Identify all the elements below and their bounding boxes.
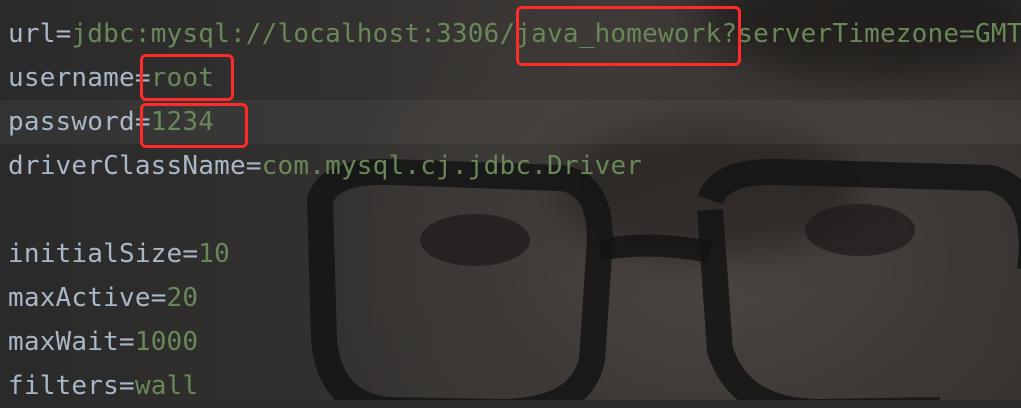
property-separator: = bbox=[118, 327, 135, 357]
property-value: com.mysql.cj.jdbc.Driver bbox=[261, 151, 643, 181]
empty-line[interactable] bbox=[8, 188, 1021, 232]
property-key: driverClassName bbox=[8, 151, 246, 181]
property-key: password bbox=[8, 107, 135, 137]
property-separator: = bbox=[134, 63, 151, 93]
property-line-filters[interactable]: filters=wall bbox=[8, 364, 1021, 408]
property-key: maxWait bbox=[8, 327, 119, 357]
property-value: 10 bbox=[198, 239, 230, 269]
property-value: 20 bbox=[166, 283, 199, 313]
property-line-username[interactable]: username=root bbox=[8, 56, 1021, 100]
property-separator: = bbox=[134, 107, 151, 137]
property-key: url bbox=[8, 19, 56, 49]
properties-editor[interactable]: url=jdbc:mysql://localhost:3306/java_hom… bbox=[8, 12, 1021, 408]
property-key: filters bbox=[8, 371, 119, 401]
property-separator: = bbox=[245, 151, 262, 181]
property-separator: = bbox=[55, 19, 72, 49]
property-line-max-active[interactable]: maxActive=20 bbox=[8, 276, 1021, 320]
property-value: jdbc:mysql://localhost:3306/java_homewor… bbox=[71, 19, 1021, 49]
property-key: initialSize bbox=[8, 239, 183, 269]
property-separator: = bbox=[182, 239, 199, 269]
property-value: 1234 bbox=[150, 107, 215, 137]
property-separator: = bbox=[150, 283, 167, 313]
property-key: username bbox=[8, 63, 135, 93]
property-value: wall bbox=[134, 371, 199, 401]
property-line-url[interactable]: url=jdbc:mysql://localhost:3306/java_hom… bbox=[8, 12, 1021, 56]
property-line-initial-size[interactable]: initialSize=10 bbox=[8, 232, 1021, 276]
property-line-max-wait[interactable]: maxWait=1000 bbox=[8, 320, 1021, 364]
property-separator: = bbox=[118, 371, 135, 401]
property-value: 1000 bbox=[134, 327, 199, 357]
property-key: maxActive bbox=[8, 283, 151, 313]
property-value: root bbox=[150, 63, 215, 93]
property-line-password[interactable]: password=1234 bbox=[8, 100, 1021, 144]
property-line-driver-class-name[interactable]: driverClassName=com.mysql.cj.jdbc.Driver bbox=[8, 144, 1021, 188]
